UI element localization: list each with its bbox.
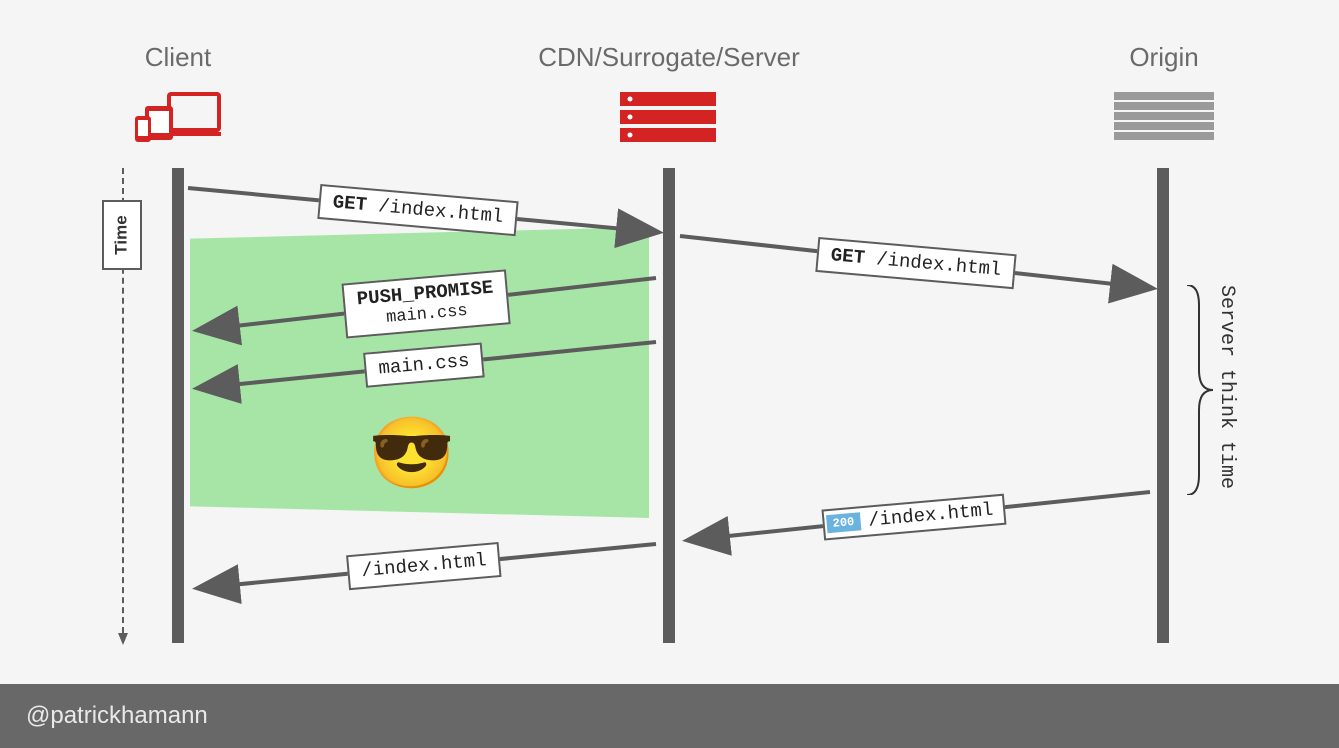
author-handle: @patrickhamann	[26, 702, 208, 730]
lifeline-cdn	[663, 168, 675, 643]
column-header-cdn: CDN/Surrogate/Server	[538, 42, 800, 73]
lifeline-origin	[1157, 168, 1169, 643]
column-header-client: Client	[145, 42, 211, 73]
msg-index-response: /index.html	[346, 542, 502, 590]
sunglasses-emoji: 😎	[368, 418, 455, 488]
time-axis-label: Time	[102, 200, 142, 270]
diagram-stage: Client CDN/Surrogate/Server Origin	[0, 0, 1339, 748]
msg-200-index: 200/index.html	[821, 494, 1006, 541]
brace-icon	[1185, 285, 1215, 495]
msg-get-index-origin: GET /index.html	[815, 237, 1016, 289]
status-badge: 200	[826, 512, 861, 533]
server-icon	[620, 92, 716, 147]
footer-bar: @patrickhamann	[0, 684, 1339, 748]
lifeline-client	[172, 168, 184, 643]
msg-get-index-client: GET /index.html	[317, 184, 518, 236]
column-header-origin: Origin	[1129, 42, 1198, 73]
devices-icon	[135, 92, 221, 151]
origin-server-icon	[1114, 92, 1214, 147]
server-think-time-label: Server think time	[1215, 285, 1238, 489]
